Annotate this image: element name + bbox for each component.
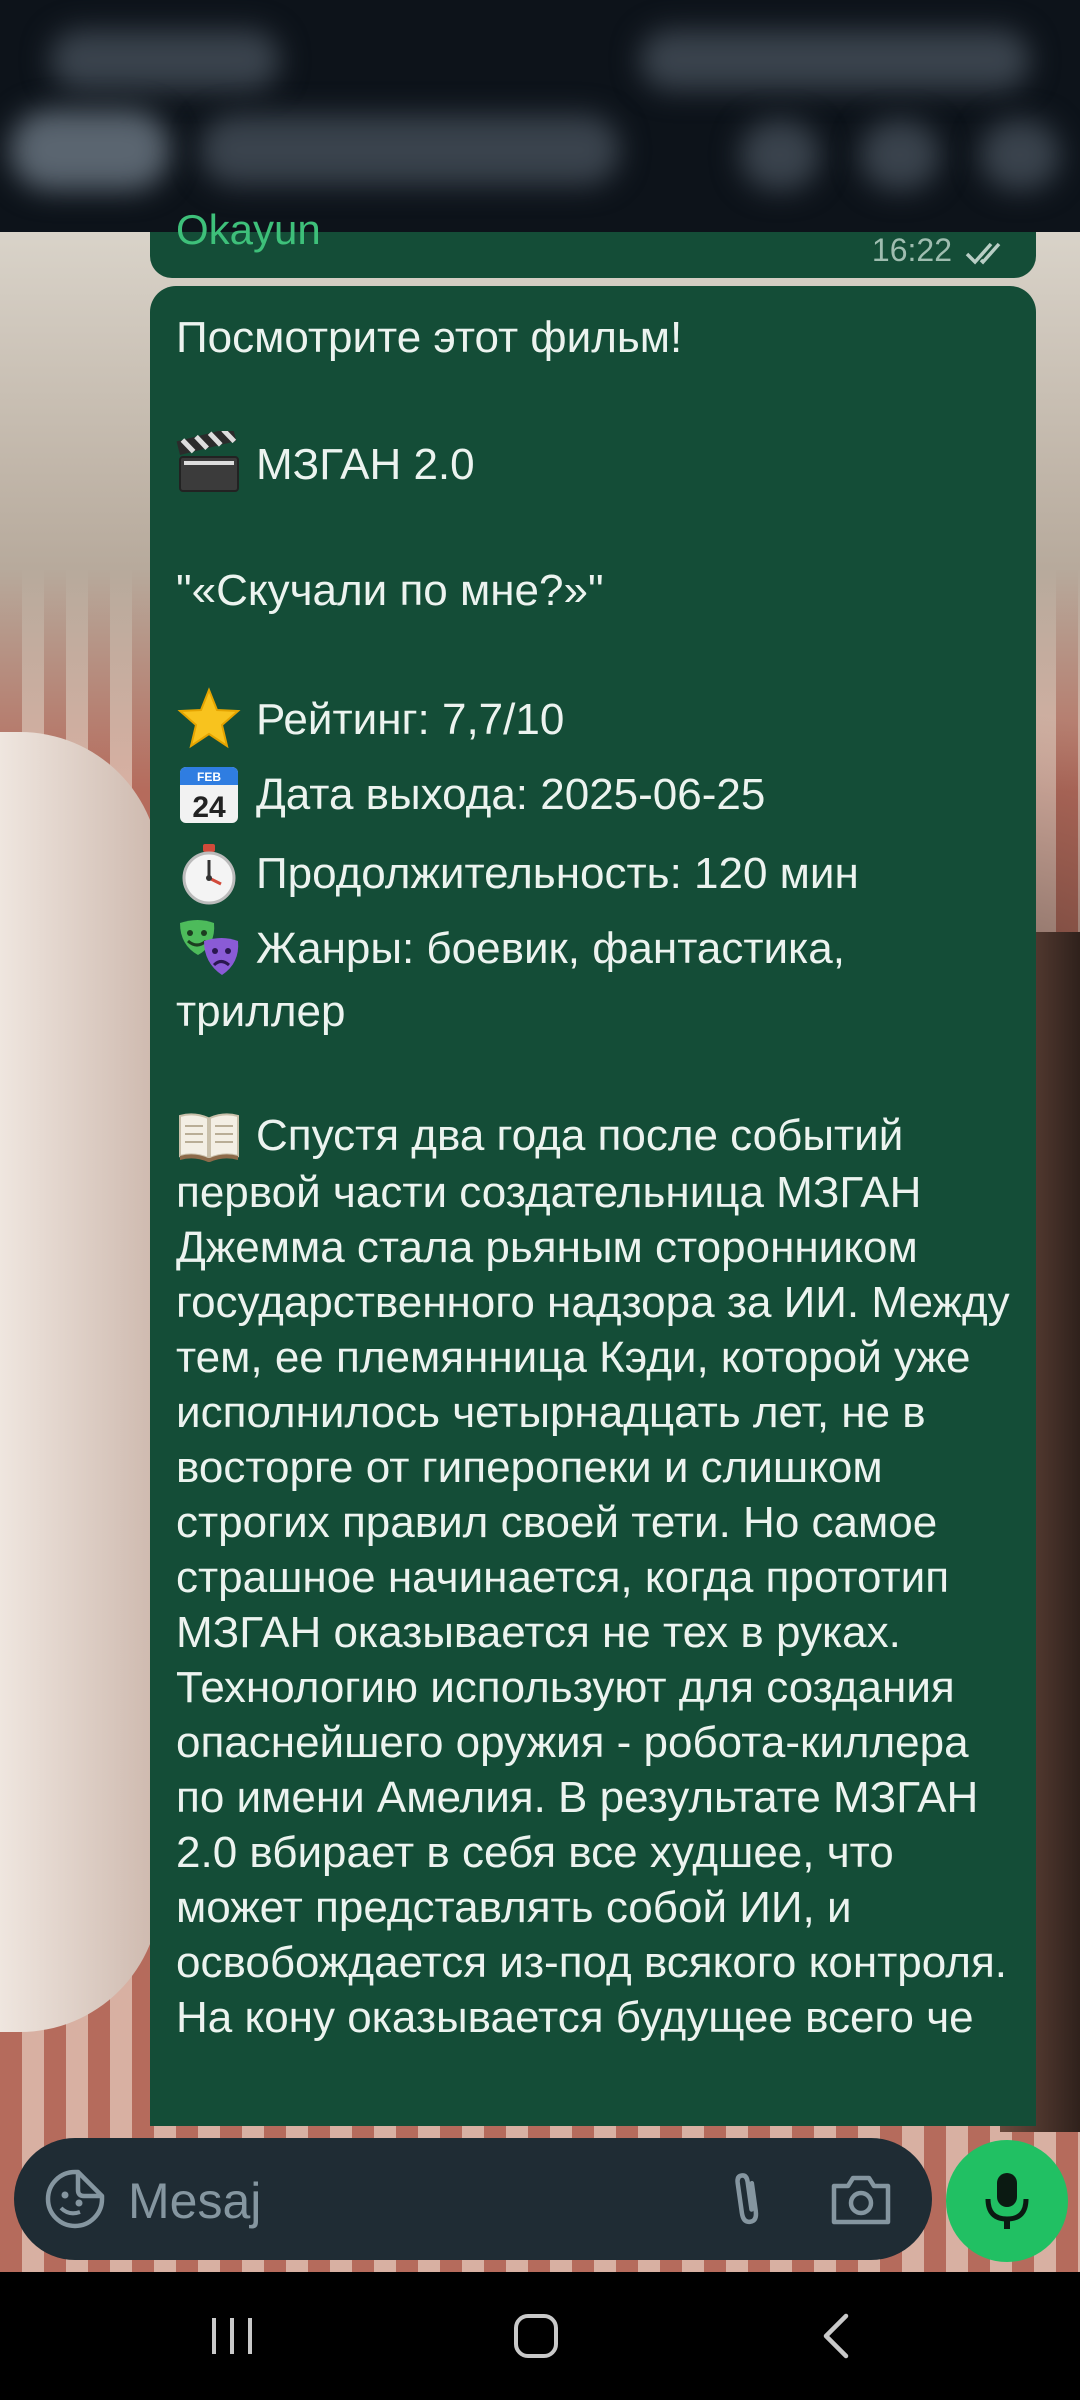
microphone-icon bbox=[985, 2173, 1029, 2229]
recent-apps-icon[interactable] bbox=[202, 2310, 262, 2362]
movie-message-bubble[interactable]: Посмотрите этот фильм! МЗГАН 2.0 "«Скуча… bbox=[150, 286, 1036, 2126]
clapperboard-icon bbox=[176, 427, 242, 497]
paperclip-icon[interactable] bbox=[714, 2166, 780, 2232]
stopwatch-icon bbox=[176, 840, 242, 906]
system-navigation-bar bbox=[0, 2272, 1080, 2400]
previous-message-text: Okayun bbox=[176, 206, 321, 253]
movie-quote: "«Скучали по мне?»" bbox=[176, 566, 604, 615]
previous-message-bubble[interactable]: Okayun 16:22 bbox=[150, 206, 1036, 278]
movie-genres: Жанры: боевик, фантастика, bbox=[256, 923, 845, 973]
star-icon bbox=[176, 686, 242, 752]
back-icon[interactable] bbox=[808, 2310, 868, 2362]
open-book-icon bbox=[176, 1102, 242, 1168]
sticker-emoji-icon[interactable] bbox=[42, 2166, 108, 2232]
svg-text:24: 24 bbox=[192, 791, 226, 824]
movie-description-first-line: Спустя два года после событий bbox=[256, 1110, 904, 1160]
message-input-bar[interactable]: Mesaj bbox=[14, 2138, 932, 2260]
theater-masks-icon bbox=[176, 915, 242, 981]
movie-duration: Продолжительность: 120 мин bbox=[256, 848, 859, 898]
camera-icon[interactable] bbox=[826, 2166, 896, 2232]
blurred-chat-header bbox=[0, 0, 1080, 232]
movie-release-date: Дата выхода: 2025-06-25 bbox=[256, 769, 766, 819]
movie-genres-continued: триллер bbox=[176, 987, 346, 1036]
movie-rating: Рейтинг: 7,7/10 bbox=[256, 694, 565, 744]
message-input-placeholder[interactable]: Mesaj bbox=[128, 2172, 261, 2230]
movie-description: первой части создательница МЗГАН Джемма … bbox=[176, 1168, 1010, 2042]
movie-title: МЗГАН 2.0 bbox=[256, 439, 475, 489]
calendar-icon: FEB 24 bbox=[176, 761, 242, 827]
read-receipt-icon bbox=[965, 242, 1001, 265]
svg-text:FEB: FEB bbox=[197, 770, 221, 784]
home-icon[interactable] bbox=[506, 2310, 566, 2362]
microphone-button[interactable] bbox=[946, 2140, 1068, 2262]
message-time: 16:22 bbox=[871, 232, 952, 268]
message-intro: Посмотрите этот фильм! bbox=[176, 313, 683, 362]
